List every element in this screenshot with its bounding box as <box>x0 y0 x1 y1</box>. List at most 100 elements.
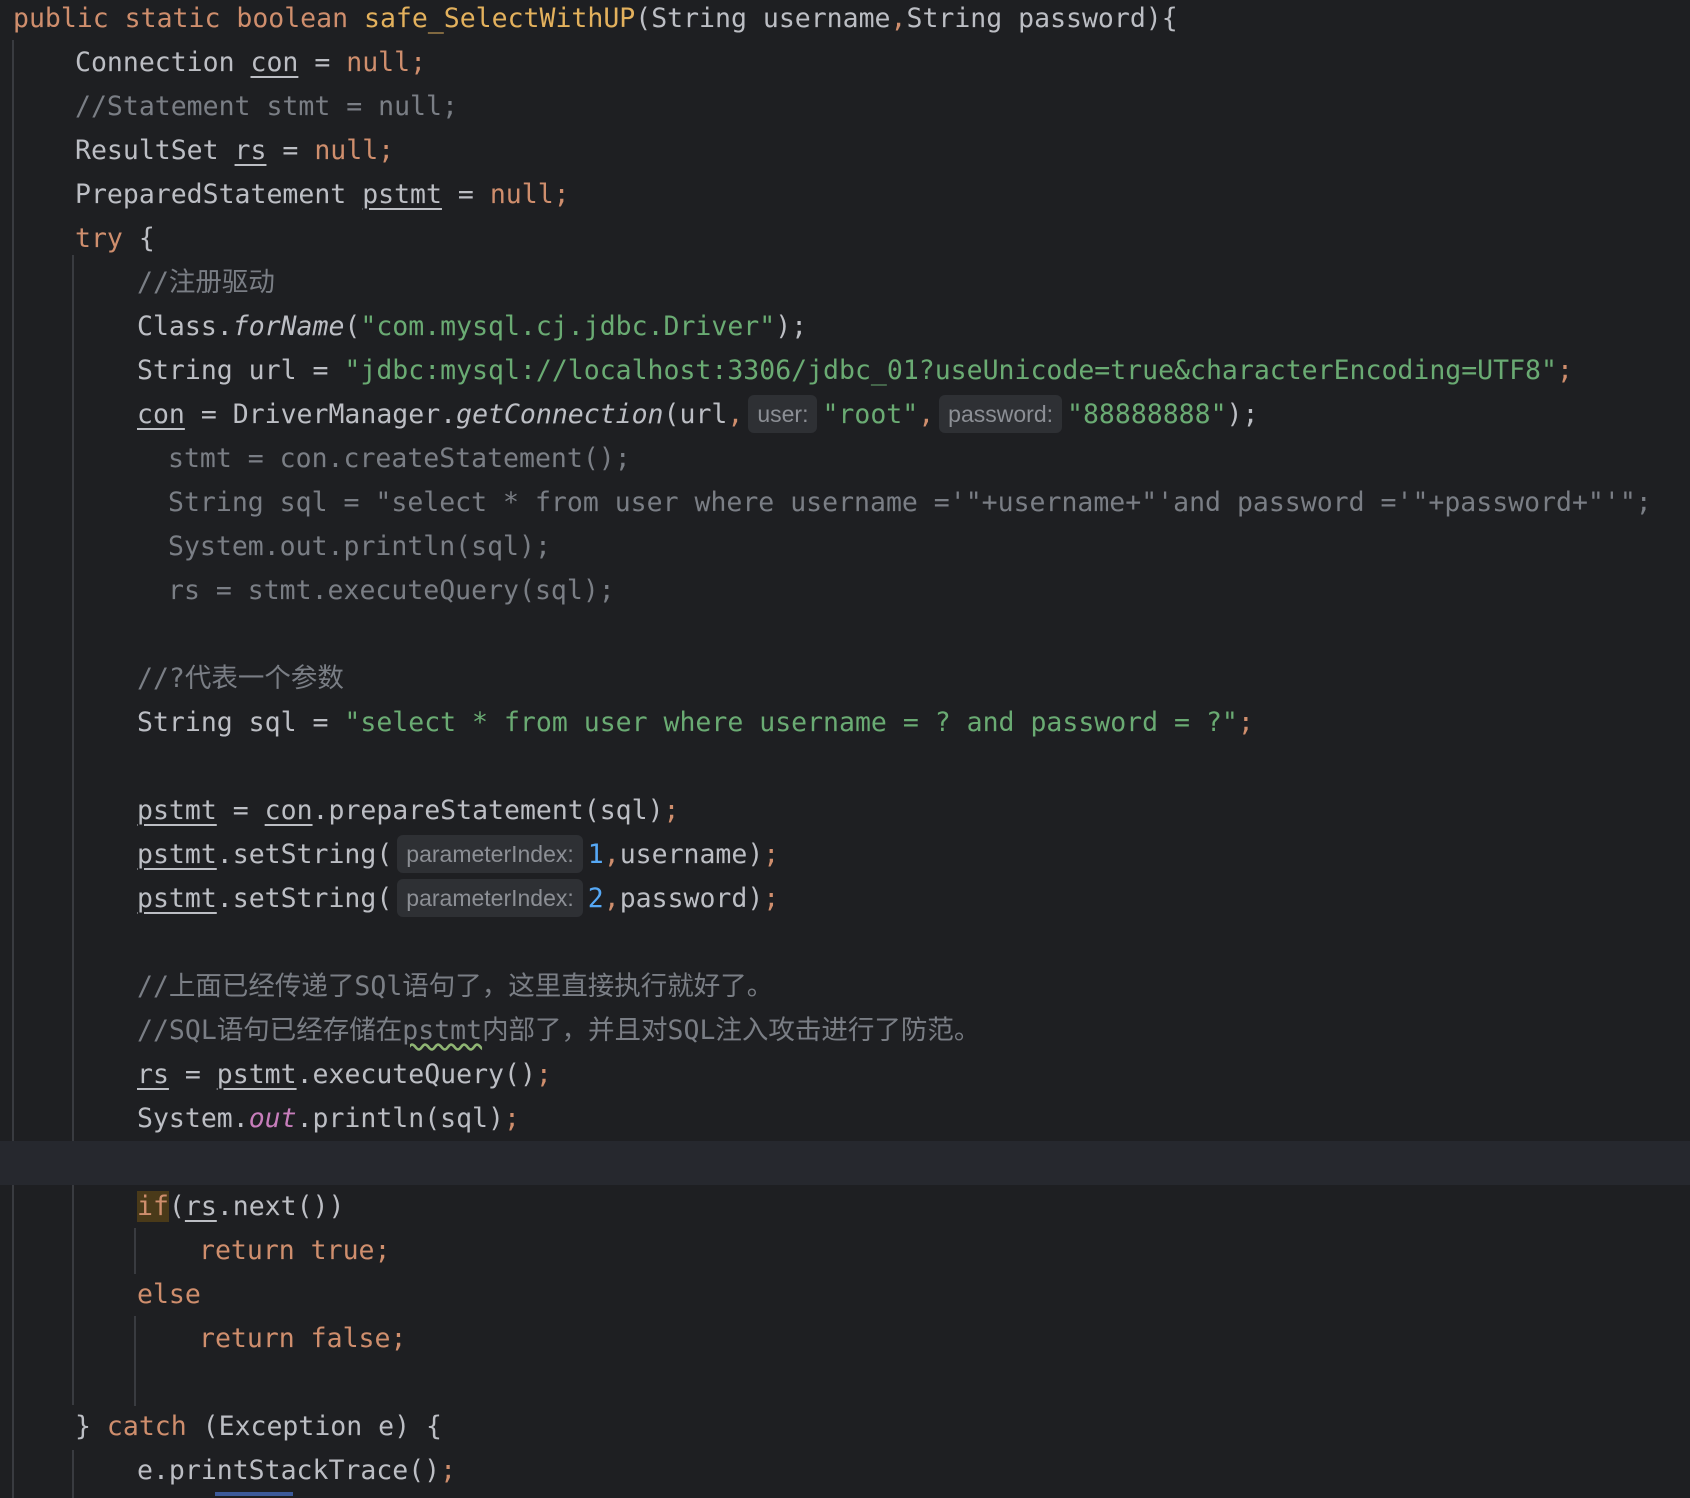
code-token: String sql = <box>137 707 345 738</box>
code-token: } <box>75 1411 107 1442</box>
keyword-if: if <box>137 1191 169 1222</box>
code-line[interactable]: rs = pstmt.executeQuery(); <box>0 1053 1690 1097</box>
variable-pstmt: pstmt <box>137 839 217 870</box>
comment-text: //?代表一个参数 <box>137 663 344 694</box>
comment-text: stmt = con.createStatement(); <box>168 443 631 474</box>
spelling-warning[interactable]: pstmt <box>402 1015 482 1046</box>
code-comment[interactable]: String sql = "select * from user where u… <box>0 481 1690 525</box>
code-token: .setString( <box>216 839 393 870</box>
code-token: = <box>216 795 265 826</box>
comment-text: //上面已经传递了SQl语句了，这里直接执行就好了。 <box>137 971 774 1002</box>
parameter-hint: parameterIndex: <box>397 879 583 917</box>
code-line[interactable]: PreparedStatement pstmt = null; <box>0 173 1690 217</box>
parameter-hint: user: <box>748 395 818 433</box>
code-token: (String username <box>635 3 891 34</box>
code-token: , <box>890 3 907 34</box>
code-comment[interactable]: rs = stmt.executeQuery(sql); <box>0 569 1690 613</box>
code-token: = <box>168 1059 217 1090</box>
code-line[interactable]: System.out.println(sql); <box>0 1097 1690 1141</box>
code-line[interactable]: return true; <box>0 1229 1690 1273</box>
code-token: ResultSet <box>75 135 235 166</box>
code-token: , <box>918 399 935 430</box>
variable-rs: rs <box>184 1191 217 1222</box>
code-comment[interactable]: //上面已经传递了SQl语句了，这里直接执行就好了。 <box>0 965 1690 1009</box>
code-line[interactable]: String url = "jdbc:mysql://localhost:330… <box>0 349 1690 393</box>
variable-con: con <box>137 399 185 430</box>
code-token: System. <box>137 1103 249 1134</box>
code-line[interactable]: try { <box>0 217 1690 261</box>
code-token: public static boolean <box>13 3 364 34</box>
code-comment[interactable]: //注册驱动 <box>0 261 1690 305</box>
variable-pstmt: pstmt <box>137 795 217 826</box>
code-token: username) <box>619 839 764 870</box>
method-call: getConnection <box>456 399 664 430</box>
number-literal: 2 <box>587 883 604 914</box>
string-literal: "com.mysql.cj.jdbc.Driver" <box>360 311 776 342</box>
code-token: .next()) <box>216 1191 345 1222</box>
code-line[interactable]: Class.forName("com.mysql.cj.jdbc.Driver"… <box>0 305 1690 349</box>
code-token: ; <box>440 1455 457 1486</box>
code-line[interactable]: public static boolean safe_SelectWithUP(… <box>0 0 1690 41</box>
current-line[interactable] <box>0 1141 1690 1185</box>
comment-text: rs = stmt.executeQuery(sql); <box>168 575 615 606</box>
variable-con: con <box>264 795 313 826</box>
keyword-try: try <box>75 223 123 254</box>
code-token: String password){ <box>906 3 1178 34</box>
code-token: e.printStackTrace() <box>137 1455 441 1486</box>
comment-text: String sql = "select * from user where u… <box>168 487 1652 518</box>
number-literal: 1 <box>587 839 604 870</box>
comment-text: System.out.println(sql); <box>168 531 551 562</box>
code-line[interactable]: if(rs.next()) <box>0 1185 1690 1229</box>
comment-text: 内部了，并且对SQL注入攻击进行了防范。 <box>482 1015 981 1046</box>
parameter-hint: parameterIndex: <box>397 835 583 873</box>
code-token: ( <box>344 311 361 342</box>
code-line[interactable]: pstmt.setString(parameterIndex: 2,passwor… <box>0 877 1690 921</box>
variable-pstmt: pstmt <box>362 179 442 210</box>
code-token: .setString( <box>216 883 393 914</box>
code-token: Class. <box>137 311 233 342</box>
code-comment[interactable]: //SQL语句已经存储在pstmt内部了，并且对SQL注入攻击进行了防范。 <box>0 1009 1690 1053</box>
code-token: ; <box>503 1103 520 1134</box>
code-line[interactable]: pstmt.setString(parameterIndex: 1,usernam… <box>0 833 1690 877</box>
code-editor[interactable]: public static boolean safe_SelectWithUP(… <box>0 0 1690 1498</box>
string-literal: "select * from user where username = ? a… <box>344 707 1238 738</box>
code-line[interactable]: Connection con = null; <box>0 41 1690 85</box>
code-line[interactable]: } catch (Exception e) { <box>0 1405 1690 1449</box>
code-line[interactable]: e.printStackTrace(); <box>0 1449 1690 1493</box>
code-token: , <box>727 399 744 430</box>
code-token: null; <box>346 47 427 78</box>
code-line[interactable]: String sql = "select * from user where u… <box>0 701 1690 745</box>
code-line[interactable]: con = DriverManager.getConnection(url, us… <box>0 393 1690 437</box>
string-literal: "88888888" <box>1067 399 1227 430</box>
variable-pstmt: pstmt <box>137 883 217 914</box>
code-token: null; <box>489 179 570 210</box>
keyword-else: else <box>137 1279 201 1310</box>
code-token: ; <box>763 839 780 870</box>
code-line[interactable]: ResultSet rs = null; <box>0 129 1690 173</box>
method-name: safe_SelectWithUP <box>364 3 636 34</box>
variable-con: con <box>250 47 299 78</box>
comment-text: //Statement stmt = null; <box>75 91 458 122</box>
code-token: ; <box>663 795 680 826</box>
code-token: ; <box>535 1059 552 1090</box>
variable-rs: rs <box>137 1059 169 1090</box>
code-token: .println(sql) <box>296 1103 504 1134</box>
code-token: ); <box>775 311 808 342</box>
code-token: , <box>603 839 620 870</box>
static-field: out <box>248 1103 297 1134</box>
code-token: = <box>266 135 315 166</box>
variable-rs: rs <box>234 135 267 166</box>
code-line[interactable]: else <box>0 1273 1690 1317</box>
code-token: String url = <box>137 355 345 386</box>
code-comment[interactable]: //Statement stmt = null; <box>0 85 1690 129</box>
code-token: ( <box>168 1191 185 1222</box>
code-line[interactable]: return false; <box>0 1317 1690 1361</box>
code-line[interactable]: pstmt = con.prepareStatement(sql); <box>0 789 1690 833</box>
variable-pstmt: pstmt <box>216 1059 297 1090</box>
code-comment[interactable]: stmt = con.createStatement(); <box>0 437 1690 481</box>
code-token: = DriverManager. <box>184 399 457 430</box>
code-comment[interactable]: System.out.println(sql); <box>0 525 1690 569</box>
code-comment[interactable]: //?代表一个参数 <box>0 657 1690 701</box>
code-token: PreparedStatement <box>75 179 363 210</box>
comment-text: //注册驱动 <box>137 267 275 298</box>
